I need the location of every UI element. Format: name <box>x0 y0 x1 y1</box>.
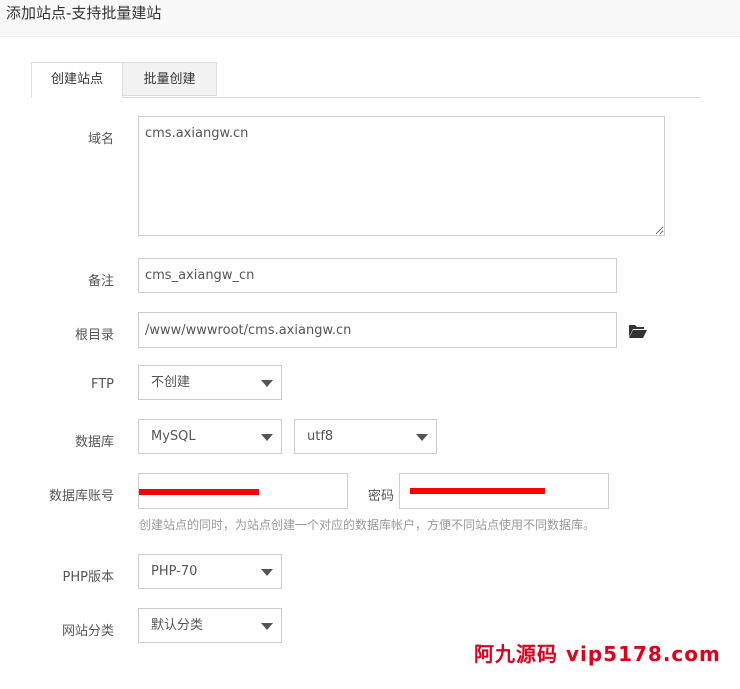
database-label: 数据库 <box>74 435 114 450</box>
remark-input[interactable] <box>138 258 617 293</box>
tab-bar: 创建站点 批量创建 <box>31 62 701 98</box>
db-account-hint: 创建站点的同时，为站点创建一个对应的数据库帐户，方便不同站点使用不同数据库。 <box>139 518 596 532</box>
database-charset-value: utf8 <box>307 429 334 444</box>
chevron-down-icon <box>261 434 273 441</box>
chevron-down-icon <box>261 569 273 576</box>
folder-open-icon[interactable] <box>628 323 648 339</box>
chevron-down-icon <box>261 380 273 387</box>
site-category-select[interactable]: 默认分类 <box>138 608 282 643</box>
php-version-value: PHP-70 <box>151 564 198 579</box>
ftp-select[interactable]: 不创建 <box>138 365 282 400</box>
domain-label: 域名 <box>87 132 114 147</box>
ftp-select-value: 不创建 <box>151 375 191 390</box>
php-version-label: PHP版本 <box>62 570 114 585</box>
tab-batch-create[interactable]: 批量创建 <box>123 62 217 96</box>
site-category-value: 默认分类 <box>151 618 204 633</box>
database-charset-select[interactable]: utf8 <box>294 419 437 454</box>
site-category-label: 网站分类 <box>61 624 114 639</box>
redaction-mark <box>139 489 259 495</box>
chevron-down-icon <box>416 434 428 441</box>
php-version-select[interactable]: PHP-70 <box>138 554 282 589</box>
db-password-label: 密码 <box>367 489 394 504</box>
domain-textarea[interactable]: cms.axiangw.cn <box>138 116 665 236</box>
remark-label: 备注 <box>87 274 114 289</box>
dialog-title-bar: 添加站点-支持批量建站 <box>0 0 740 37</box>
dialog-title: 添加站点-支持批量建站 <box>6 4 162 22</box>
ftp-label: FTP <box>90 377 114 392</box>
tab-create-site[interactable]: 创建站点 <box>31 62 123 98</box>
watermark: 阿九源码 vip5178.com <box>474 642 721 666</box>
root-dir-input[interactable] <box>138 312 617 348</box>
db-account-label: 数据库账号 <box>48 489 114 504</box>
database-type-select[interactable]: MySQL <box>138 419 282 454</box>
redaction-mark <box>410 488 545 494</box>
chevron-down-icon <box>261 623 273 630</box>
root-dir-label: 根目录 <box>74 328 114 343</box>
database-type-value: MySQL <box>151 429 196 444</box>
